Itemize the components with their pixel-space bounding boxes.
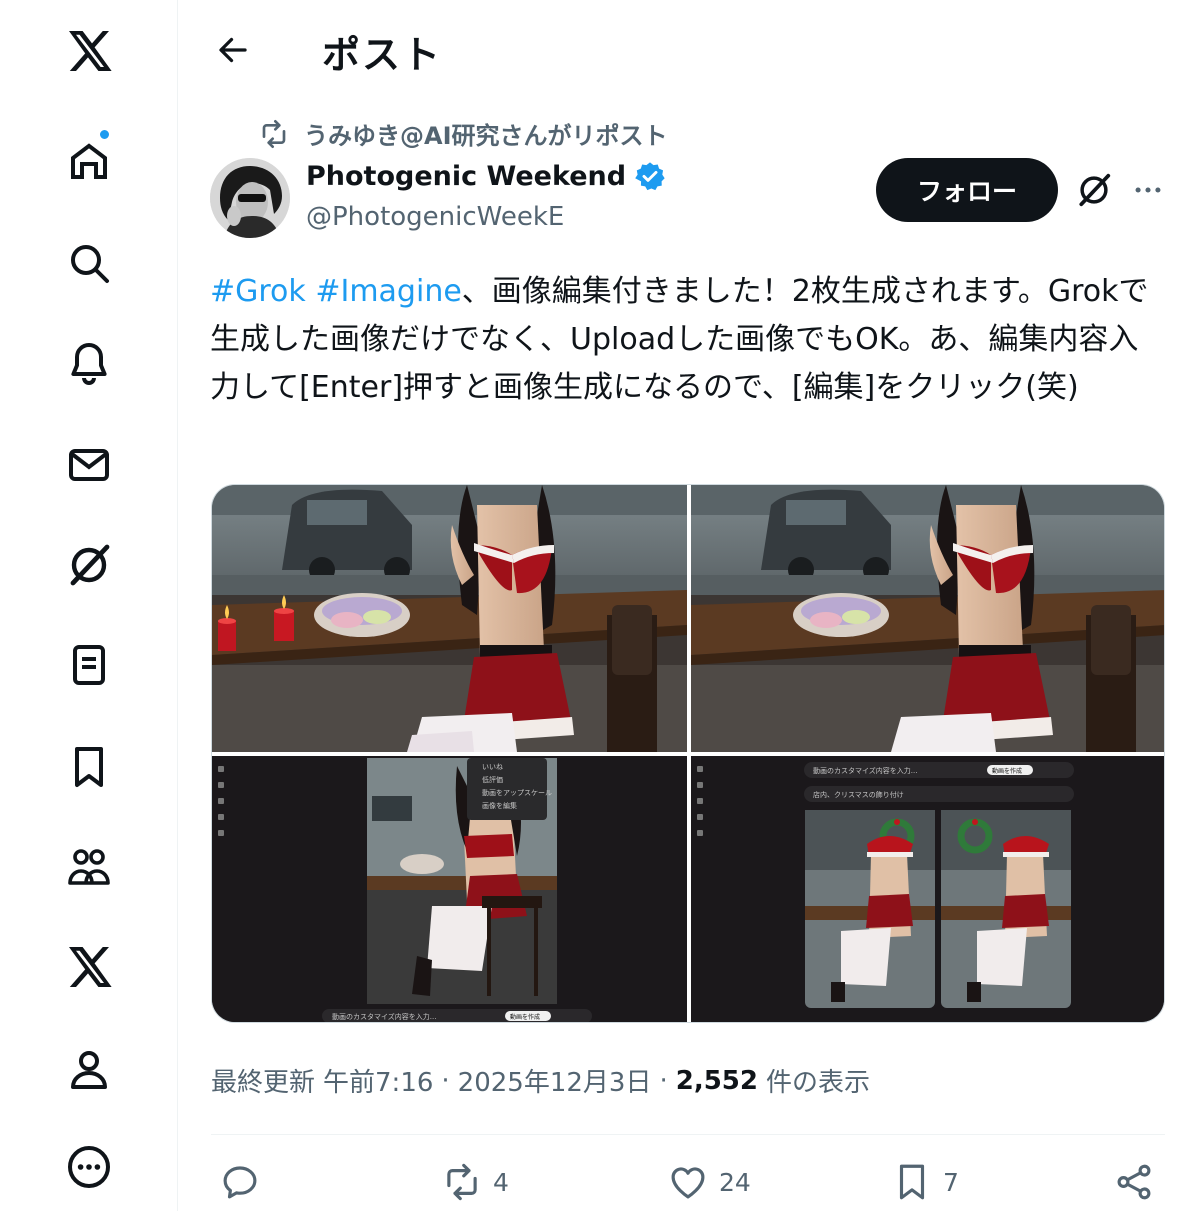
- ellipsis-icon: [1135, 187, 1161, 193]
- avatar-image: [210, 158, 290, 238]
- photo-image: [212, 485, 687, 752]
- bookmark-icon: [75, 747, 103, 787]
- heart-icon: [671, 1167, 705, 1199]
- prompt-placeholder: 動画のカスタマイズ内容を入力...: [813, 766, 917, 775]
- nav-notifications[interactable]: [58, 332, 120, 394]
- bookmark-count: 7: [943, 1167, 959, 1197]
- communities-icon: [68, 849, 110, 885]
- nav-grok[interactable]: [58, 534, 120, 596]
- nav-bookmarks[interactable]: [58, 736, 120, 798]
- photo-2[interactable]: [691, 485, 1164, 752]
- author-handle[interactable]: @PhotogenicWeekE: [306, 202, 564, 232]
- edit-prompt-chip: 店内、クリスマスの飾り付け: [813, 790, 904, 799]
- meta-separator: ·: [659, 1065, 668, 1096]
- post-time[interactable]: 午前7:16: [323, 1062, 433, 1099]
- back-button[interactable]: [209, 26, 257, 74]
- views-count: 2,552: [675, 1065, 758, 1096]
- photo-4[interactable]: 動画のカスタマイズ内容を入力... 動画を作成 店内、クリスマスの飾り付け: [691, 756, 1164, 1022]
- nav-search[interactable]: [58, 232, 120, 294]
- create-video-button: 動画を作成: [992, 767, 1022, 775]
- share-button[interactable]: [1113, 1152, 1155, 1211]
- app-screenshot-image: いいね 低評価 動画をアップスケール 画像を編集 動画のカスタマイズ内容を入力.…: [212, 756, 687, 1022]
- grok-explain-button[interactable]: [1072, 168, 1116, 212]
- reply-icon: [223, 1166, 257, 1199]
- page-header: ポスト: [179, 0, 1200, 100]
- x-logo-svg: [69, 31, 112, 71]
- media-grid: いいね 低評価 動画をアップスケール 画像を編集 動画のカスタマイズ内容を入力.…: [211, 484, 1165, 1023]
- menu-item-like: いいね: [482, 763, 503, 771]
- author-display-name: Photogenic Weekend: [306, 160, 627, 192]
- bell-icon: [71, 343, 107, 385]
- bookmark-button[interactable]: 7: [891, 1152, 959, 1211]
- repost-by-label: うみゆき@AI研究さんがリポスト: [304, 122, 668, 150]
- repost-button[interactable]: 4: [441, 1152, 509, 1211]
- app-screenshot-image: 動画のカスタマイズ内容を入力... 動画を作成 店内、クリスマスの飾り付け: [691, 756, 1164, 1022]
- hashtag-link[interactable]: #Imagine: [315, 274, 461, 309]
- nav-premium[interactable]: [58, 936, 120, 998]
- action-bar: 4 24 7: [211, 1152, 1165, 1211]
- notification-dot: [98, 128, 111, 141]
- divider: [211, 1134, 1165, 1135]
- like-count: 24: [719, 1167, 751, 1197]
- post-date[interactable]: 2025年12月3日: [458, 1062, 652, 1099]
- nav-more[interactable]: [58, 1136, 120, 1198]
- share-icon: [1117, 1164, 1151, 1200]
- verified-badge-icon: [635, 162, 665, 191]
- menu-item-edit-image: 画像を編集: [482, 801, 517, 810]
- author-name[interactable]: Photogenic Weekend: [306, 160, 666, 192]
- nav-communities[interactable]: [58, 836, 120, 898]
- repost-context[interactable]: うみゆき@AI研究さんがリポスト: [258, 116, 668, 151]
- left-nav: [0, 0, 178, 1211]
- meta-separator: ·: [441, 1065, 450, 1096]
- views-label: 件の表示: [765, 1068, 870, 1098]
- nav-home[interactable]: [58, 128, 120, 192]
- search-icon: [71, 245, 109, 283]
- follow-button[interactable]: フォロー: [876, 158, 1058, 222]
- nav-lists[interactable]: [58, 634, 120, 696]
- repost-count: 4: [493, 1167, 509, 1197]
- more-circle-icon: [68, 1146, 110, 1188]
- bookmark-icon: [899, 1164, 925, 1200]
- x-logo-icon[interactable]: [58, 20, 120, 82]
- repost-icon: [262, 119, 286, 148]
- nav-profile[interactable]: [58, 1038, 120, 1100]
- menu-item-upscale: 動画をアップスケール: [482, 788, 552, 797]
- grok-icon: [1079, 173, 1111, 207]
- post-text: #Grok #Imagine、画像編集付きました！2枚生成されます。Grokで生…: [210, 268, 1150, 412]
- like-button[interactable]: 24: [667, 1152, 751, 1211]
- photo-1[interactable]: [212, 485, 687, 752]
- post-meta: 最終更新 午前7:16 · 2025年12月3日 · 2,552 件の表示: [211, 1062, 870, 1099]
- prompt-placeholder: 動画のカスタマイズ内容を入力...: [332, 1012, 436, 1021]
- menu-item-dislike: 低評価: [482, 775, 503, 784]
- arrow-left-icon: [219, 37, 247, 63]
- post-more-button[interactable]: [1126, 168, 1170, 212]
- page-title: ポスト: [322, 33, 443, 77]
- create-video-button: 動画を作成: [510, 1013, 540, 1021]
- grok-icon: [70, 544, 110, 586]
- home-icon: [71, 143, 107, 179]
- avatar[interactable]: [210, 158, 290, 238]
- photo-3[interactable]: いいね 低評価 動画をアップスケール 画像を編集 動画のカスタマイズ内容を入力.…: [212, 756, 687, 1022]
- x-premium-icon: [69, 947, 112, 987]
- list-icon: [73, 645, 105, 685]
- reply-button[interactable]: [219, 1152, 271, 1211]
- repost-icon: [447, 1163, 477, 1201]
- hashtag-link[interactable]: #Grok: [210, 274, 306, 309]
- nav-messages[interactable]: [58, 434, 120, 496]
- updated-label: 最終更新: [211, 1068, 316, 1098]
- profile-icon: [71, 1051, 107, 1089]
- mail-icon: [69, 449, 109, 481]
- photo-image: [691, 485, 1164, 752]
